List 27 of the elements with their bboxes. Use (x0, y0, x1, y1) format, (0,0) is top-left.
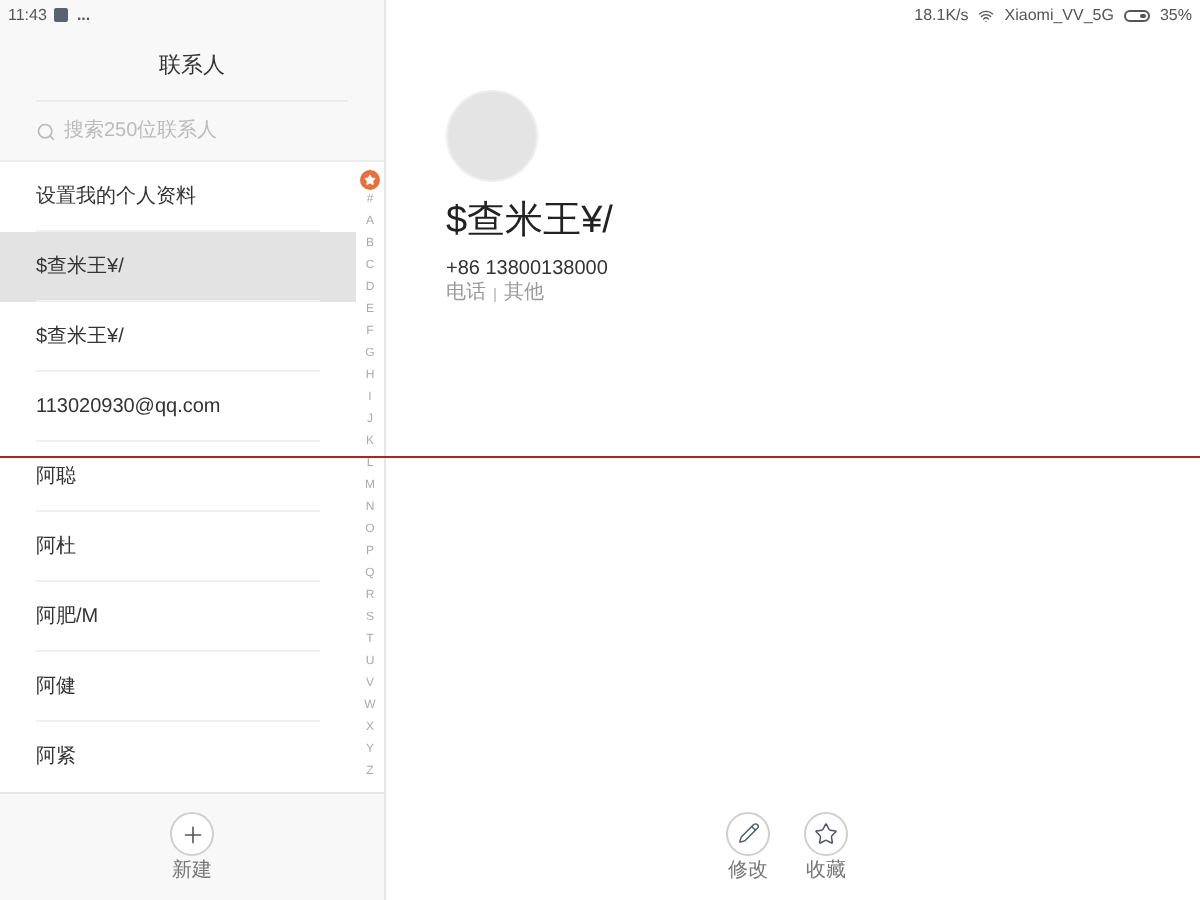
new-contact-button[interactable] (170, 812, 214, 857)
battery-icon (1123, 10, 1150, 22)
network-speed: 18.1K/s (914, 4, 969, 28)
plus-icon (179, 821, 205, 848)
search-icon (36, 121, 56, 142)
phone-number: +86 13800138000 (446, 257, 610, 281)
network-name: Xiaomi_VV_5G (1004, 4, 1114, 28)
contact-name: $查米王¥/ (446, 198, 615, 246)
favorite-label: 收藏 (806, 861, 846, 881)
sidebar-title: 联系人 (159, 51, 225, 81)
search-field[interactable]: 搜索250位联系人 (64, 116, 344, 147)
edit-label: 修改 (728, 861, 768, 881)
battery-percent: 35% (1159, 4, 1192, 28)
new-contact-label: 新建 (172, 862, 212, 883)
favorites-star-icon[interactable] (360, 170, 380, 191)
contact-item[interactable]: $查米王¥/ (0, 232, 356, 303)
notification-icon (54, 8, 69, 23)
phone-type: 电话 (446, 282, 486, 308)
avatar-placeholder (446, 90, 538, 182)
star-icon (814, 821, 838, 845)
edit-button[interactable] (726, 811, 770, 855)
phone-group: 其他 (504, 282, 544, 308)
pencil-icon (737, 822, 759, 844)
wifi-icon (978, 8, 995, 24)
status-time: 11:43 (8, 3, 47, 28)
favorite-button[interactable] (804, 811, 848, 855)
status-more: ... (76, 3, 91, 28)
